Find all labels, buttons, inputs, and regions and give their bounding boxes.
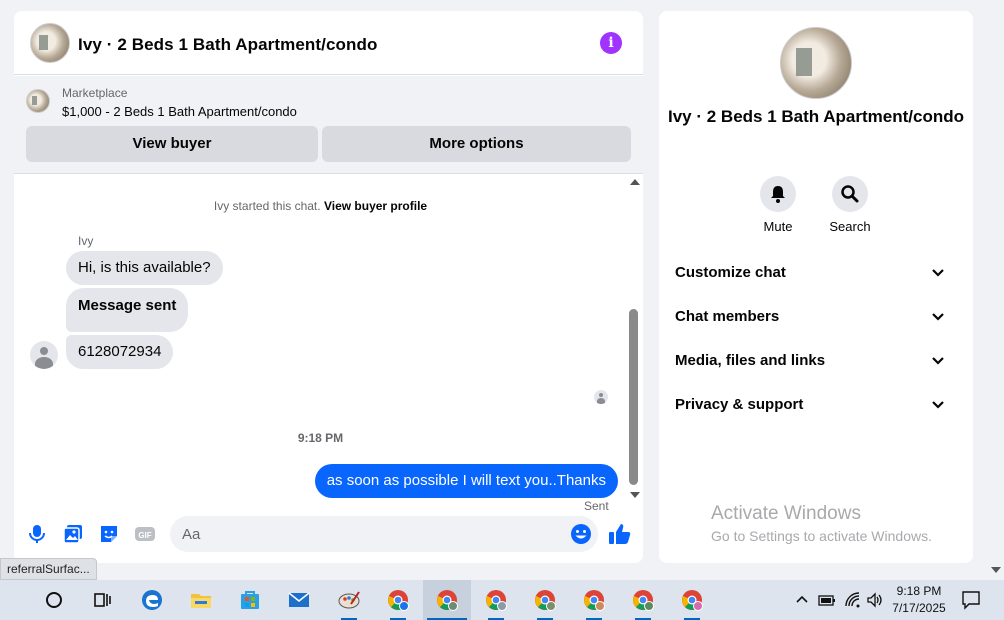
chevron-down-icon — [932, 269, 944, 277]
store-icon — [241, 591, 259, 609]
scroll-up-arrow[interactable] — [630, 179, 640, 185]
mail-taskbar-button[interactable] — [275, 580, 323, 620]
microphone-icon[interactable] — [26, 523, 48, 545]
mail-icon — [288, 592, 310, 607]
read-receipt-avatar — [594, 390, 608, 404]
chat-title[interactable]: Ivy · 2 Beds 1 Bath Apartment/condo — [78, 35, 377, 55]
chat-panel: Ivy · 2 Beds 1 Bath Apartment/condo i Ma… — [14, 11, 643, 563]
notification-icon[interactable] — [960, 589, 982, 611]
outgoing-message[interactable]: as soon as possible I will text you..Tha… — [314, 464, 618, 498]
battery-icon[interactable] — [818, 592, 836, 608]
chrome-icon — [388, 590, 409, 611]
scroll-down-arrow[interactable] — [630, 492, 640, 498]
status-url-bar: referralSurfac... — [0, 558, 97, 580]
chrome-taskbar-button-6[interactable] — [619, 580, 667, 620]
section-media-files-links[interactable]: Media, files and links — [675, 346, 959, 376]
task-view-button[interactable] — [78, 580, 126, 620]
chat-started-text: Ivy started this chat. — [213, 199, 321, 213]
file-explorer-taskbar-button[interactable] — [177, 580, 225, 620]
wifi-icon[interactable] — [844, 591, 862, 609]
sender-avatar[interactable] — [30, 341, 58, 369]
thumbs-up-icon[interactable] — [608, 522, 632, 546]
chrome-taskbar-button-3[interactable] — [472, 580, 520, 620]
bell-icon — [760, 176, 796, 212]
search-button[interactable]: Search — [810, 176, 890, 234]
incoming-message[interactable]: 6128072934 — [66, 335, 174, 369]
chrome-icon — [437, 590, 458, 611]
info-icon[interactable]: i — [600, 32, 622, 54]
listing-price-title[interactable]: $1,000 - 2 Beds 1 Bath Apartment/condo — [62, 104, 297, 119]
chat-started-notice: Ivy started this chat. View buyer profil… — [14, 199, 627, 213]
svg-text:GIF: GIF — [138, 531, 151, 540]
chrome-taskbar-button-4[interactable] — [521, 580, 569, 620]
store-taskbar-button[interactable] — [226, 580, 274, 620]
section-label: Chat members — [675, 308, 780, 325]
listing-card: Marketplace $1,000 - 2 Beds 1 Bath Apart… — [14, 76, 643, 174]
incoming-message[interactable]: Hi, is this available? — [66, 251, 223, 285]
thread-scrollbar[interactable] — [626, 175, 643, 505]
chat-header: Ivy · 2 Beds 1 Bath Apartment/condo i — [14, 11, 643, 75]
chrome-icon — [682, 590, 703, 611]
profile-photo[interactable] — [780, 27, 852, 99]
listing-avatar[interactable] — [30, 23, 70, 63]
page-scroll-down-arrow[interactable] — [991, 567, 1001, 573]
incoming-message[interactable]: Message sent — [66, 288, 189, 332]
message-input[interactable] — [170, 516, 598, 552]
listing-source: Marketplace — [62, 86, 128, 100]
edge-icon — [142, 590, 162, 610]
chevron-down-icon — [932, 401, 944, 409]
photo-icon[interactable] — [62, 523, 84, 545]
more-options-button[interactable]: More options — [322, 126, 631, 162]
emoji-icon[interactable] — [570, 523, 592, 545]
section-privacy-support[interactable]: Privacy & support — [675, 390, 959, 420]
activate-windows-subtitle: Go to Settings to activate Windows. — [711, 528, 932, 544]
gif-icon[interactable]: GIF — [134, 523, 156, 545]
taskbar-search-button[interactable] — [30, 580, 78, 620]
section-label: Privacy & support — [675, 396, 804, 413]
view-buyer-button[interactable]: View buyer — [26, 126, 318, 162]
listing-thumbnail[interactable] — [26, 89, 50, 113]
mute-label: Mute — [763, 219, 793, 234]
section-label: Customize chat — [675, 264, 786, 281]
chevron-down-icon — [932, 313, 944, 321]
task-view-icon — [94, 593, 111, 607]
search-icon — [832, 176, 868, 212]
sticker-icon[interactable] — [98, 523, 120, 545]
message-thread: Ivy started this chat. View buyer profil… — [14, 175, 643, 513]
view-buyer-profile-link[interactable]: View buyer profile — [324, 199, 427, 213]
chrome-taskbar-button-7[interactable] — [668, 580, 716, 620]
chrome-taskbar-button-2[interactable] — [423, 580, 471, 620]
paint-icon — [338, 591, 360, 609]
chrome-taskbar-button-5[interactable] — [570, 580, 618, 620]
conversation-info-panel: Ivy · 2 Beds 1 Bath Apartment/condo Mute… — [659, 11, 973, 563]
paint-taskbar-button[interactable] — [325, 580, 373, 620]
section-label: Media, files and links — [675, 352, 826, 369]
chevron-up-icon[interactable] — [795, 592, 809, 606]
volume-icon[interactable] — [866, 591, 884, 609]
search-label: Search — [829, 219, 871, 234]
profile-name: Ivy · 2 Beds 1 Bath Apartment/condo — [668, 107, 964, 126]
activate-windows-title: Activate Windows — [711, 503, 861, 524]
folder-icon — [191, 594, 211, 608]
chrome-icon — [535, 590, 556, 611]
chrome-icon — [486, 590, 507, 611]
chrome-taskbar-button-1[interactable] — [374, 580, 422, 620]
chevron-down-icon — [932, 357, 944, 365]
composer: GIF — [14, 511, 643, 557]
mute-button[interactable]: Mute — [738, 176, 818, 234]
chrome-icon — [633, 590, 654, 611]
chrome-icon — [584, 590, 605, 611]
clock-time[interactable]: 9:18 PM — [890, 584, 948, 598]
edge-taskbar-button[interactable] — [128, 580, 176, 620]
clock-date[interactable]: 7/17/2025 — [890, 601, 948, 615]
search-circle-icon — [46, 592, 62, 608]
taskbar: 9:18 PM 7/17/2025 — [0, 580, 1004, 620]
message-timestamp: 9:18 PM — [297, 431, 344, 445]
section-chat-members[interactable]: Chat members — [675, 302, 959, 332]
section-customize-chat[interactable]: Customize chat — [675, 258, 959, 288]
sender-name: Ivy — [78, 234, 94, 248]
scroll-thumb[interactable] — [629, 309, 638, 485]
